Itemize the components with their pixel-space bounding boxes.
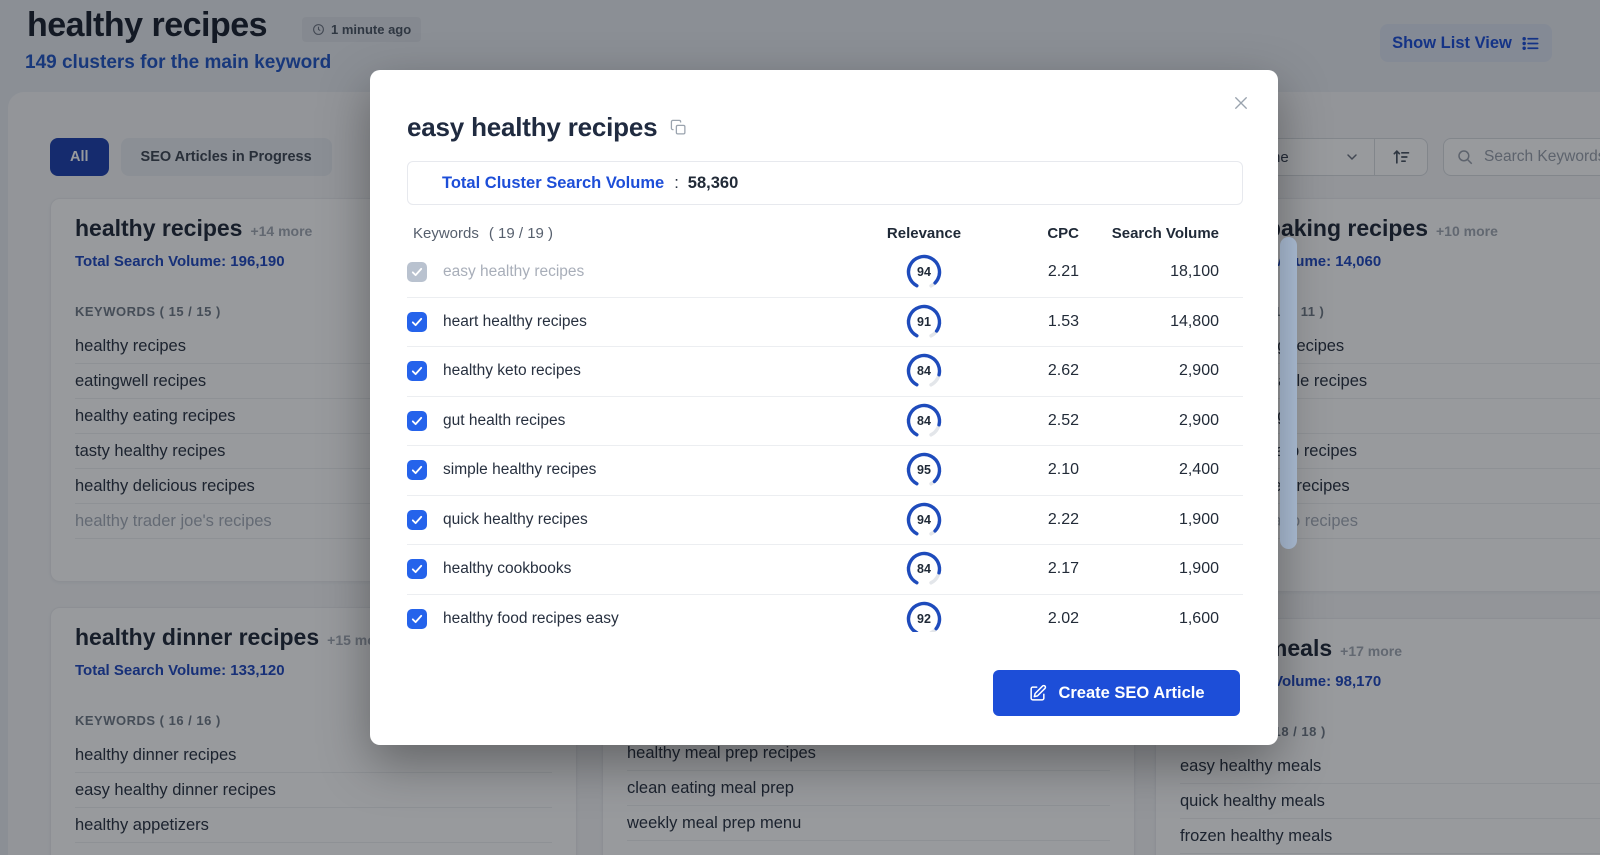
keyword-row: easy healthy recipes 94 2.21 18,100 (407, 247, 1243, 297)
relevance-value: 84 (905, 352, 943, 390)
check-icon (410, 562, 424, 576)
keyword-checkbox[interactable] (407, 559, 427, 579)
check-icon (410, 414, 424, 428)
search-volume-header: Search Volume (1079, 225, 1219, 242)
keyword-checkbox[interactable] (407, 361, 427, 381)
keywords-count: ( 19 / 19 ) (489, 225, 553, 242)
keyword-row: gut health recipes 84 2.52 2,900 (407, 396, 1243, 446)
keyword-checkbox[interactable] (407, 262, 427, 282)
cpc-value: 2.17 (969, 560, 1079, 578)
total-volume-label: Total Cluster Search Volume (442, 174, 664, 193)
relevance-gauge: 84 (905, 402, 943, 440)
scrollbar-thumb[interactable] (1280, 237, 1297, 549)
keyword-row: healthy cookbooks 84 2.17 1,900 (407, 544, 1243, 594)
search-volume-value: 14,800 (1079, 313, 1219, 331)
cpc-value: 2.22 (969, 511, 1079, 529)
cpc-value: 1.53 (969, 313, 1079, 331)
relevance-value: 95 (905, 451, 943, 489)
relevance-value: 94 (905, 501, 943, 539)
relevance-gauge: 84 (905, 550, 943, 588)
relevance-gauge: 94 (905, 253, 943, 291)
check-icon (410, 463, 424, 477)
copy-icon (670, 119, 687, 136)
close-button[interactable] (1228, 90, 1254, 116)
create-seo-article-button[interactable]: Create SEO Article (993, 670, 1240, 716)
total-volume-separator: : (674, 174, 679, 193)
check-icon (410, 265, 424, 279)
cluster-detail-modal: easy healthy recipes Total Cluster Searc… (370, 70, 1278, 745)
keyword-row: quick healthy recipes 94 2.22 1,900 (407, 495, 1243, 545)
keyword-checkbox[interactable] (407, 312, 427, 332)
search-volume-value: 18,100 (1079, 263, 1219, 281)
relevance-value: 84 (905, 402, 943, 440)
keyword-checkbox[interactable] (407, 411, 427, 431)
keyword-label: healthy keto recipes (431, 362, 879, 380)
keyword-row: heart healthy recipes 91 1.53 14,800 (407, 297, 1243, 347)
keyword-label: healthy food recipes easy (431, 610, 879, 628)
relevance-gauge: 94 (905, 501, 943, 539)
relevance-header: Relevance (879, 225, 969, 242)
create-seo-article-label: Create SEO Article (1058, 684, 1204, 703)
keyword-row: healthy keto recipes 84 2.62 2,900 (407, 346, 1243, 396)
cpc-value: 2.10 (969, 461, 1079, 479)
keywords-header: Keywords (413, 225, 479, 242)
relevance-value: 84 (905, 550, 943, 588)
relevance-gauge: 92 (905, 600, 943, 632)
search-volume-value: 2,900 (1079, 362, 1219, 380)
relevance-value: 94 (905, 253, 943, 291)
relevance-gauge: 91 (905, 303, 943, 341)
edit-icon (1028, 684, 1047, 703)
search-volume-value: 1,900 (1079, 511, 1219, 529)
search-volume-value: 1,900 (1079, 560, 1219, 578)
keyword-row: simple healthy recipes 95 2.10 2,400 (407, 445, 1243, 495)
keyword-label: simple healthy recipes (431, 461, 879, 479)
keyword-label: easy healthy recipes (431, 263, 879, 281)
cpc-header: CPC (969, 225, 1079, 242)
keyword-label: healthy cookbooks (431, 560, 879, 578)
keyword-row: healthy food recipes easy 92 2.02 1,600 (407, 594, 1243, 633)
search-volume-value: 1,600 (1079, 610, 1219, 628)
keyword-checkbox[interactable] (407, 609, 427, 629)
total-volume-value: 58,360 (688, 174, 738, 193)
check-icon (410, 612, 424, 626)
modal-title: easy healthy recipes (407, 112, 657, 143)
search-volume-value: 2,400 (1079, 461, 1219, 479)
cpc-value: 2.21 (969, 263, 1079, 281)
check-icon (410, 364, 424, 378)
total-cluster-volume-box: Total Cluster Search Volume : 58,360 (407, 161, 1243, 205)
relevance-gauge: 95 (905, 451, 943, 489)
cpc-value: 2.02 (969, 610, 1079, 628)
keyword-table-body[interactable]: easy healthy recipes 94 2.21 18,100 hear… (407, 247, 1243, 632)
cpc-value: 2.62 (969, 362, 1079, 380)
relevance-gauge: 84 (905, 352, 943, 390)
keyword-label: gut health recipes (431, 412, 879, 430)
close-icon (1232, 94, 1250, 112)
app-root: healthy recipes 1 minute ago 149 cluster… (0, 0, 1600, 855)
keyword-table-header: Keywords ( 19 / 19 ) Relevance CPC Searc… (407, 219, 1243, 247)
cpc-value: 2.52 (969, 412, 1079, 430)
copy-button[interactable] (670, 119, 687, 136)
check-icon (410, 513, 424, 527)
relevance-value: 91 (905, 303, 943, 341)
keyword-checkbox[interactable] (407, 510, 427, 530)
search-volume-value: 2,900 (1079, 412, 1219, 430)
check-icon (410, 315, 424, 329)
keyword-label: quick healthy recipes (431, 511, 879, 529)
keyword-checkbox[interactable] (407, 460, 427, 480)
keyword-label: heart healthy recipes (431, 313, 879, 331)
relevance-value: 92 (905, 600, 943, 632)
